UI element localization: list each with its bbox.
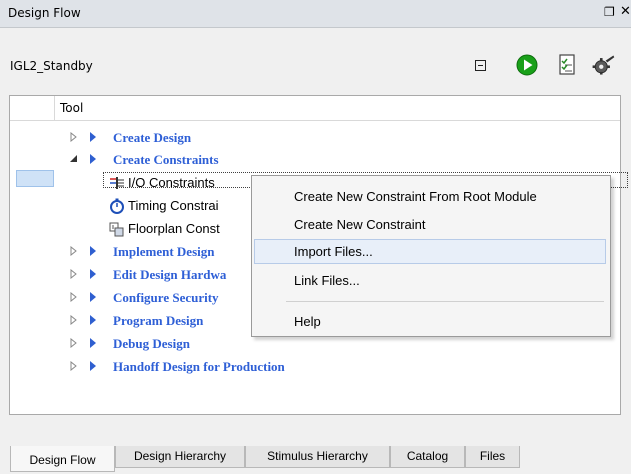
tree-item-label: Handoff Design for Production: [113, 359, 285, 374]
tree-item-label: Timing Constrai: [128, 198, 219, 213]
context-menu: Create New Constraint From Root Module C…: [251, 175, 611, 337]
menu-separator: [286, 301, 604, 302]
stage-arrow-icon: [90, 315, 96, 325]
selected-row-marker: [16, 170, 54, 187]
menu-item-label: Link Files...: [294, 273, 360, 288]
bottom-tab-bar: Design Flow Design Hierarchy Stimulus Hi…: [0, 446, 631, 472]
expand-arrow-icon[interactable]: [69, 338, 79, 348]
title-bar: Design Flow ❐ ✕: [0, 0, 631, 28]
tree-item-label: Edit Design Hardwa: [113, 267, 227, 282]
stage-arrow-icon: [90, 269, 96, 279]
report-icon[interactable]: [554, 52, 580, 78]
menu-item-label: Import Files...: [294, 244, 373, 259]
expand-arrow-icon[interactable]: [69, 269, 79, 279]
stage-arrow-icon: [90, 361, 96, 371]
tab-design-flow[interactable]: Design Flow: [10, 446, 115, 472]
collapse-arrow-icon[interactable]: [69, 154, 79, 164]
window-title: Design Flow: [8, 6, 81, 20]
tab-stimulus-hierarchy[interactable]: Stimulus Hierarchy: [245, 446, 390, 468]
float-icon[interactable]: ❐: [604, 5, 615, 19]
menu-item-import-files[interactable]: Import Files...: [254, 239, 606, 264]
tab-catalog[interactable]: Catalog: [390, 446, 465, 468]
tree-item-label: Create Design: [113, 130, 192, 145]
project-toolbar: IGL2_Standby: [0, 28, 631, 94]
tool-column-header: Tool: [60, 101, 84, 115]
tree-header: Tool: [10, 96, 620, 121]
menu-item-link-files[interactable]: Link Files...: [254, 268, 606, 293]
tree-item-create-constraints[interactable]: Create Constraints: [10, 149, 620, 171]
tree-item-label: Configure Security: [113, 290, 219, 305]
expand-arrow-icon[interactable]: [69, 132, 79, 142]
tree-item-label: Implement Design: [113, 244, 215, 259]
menu-item-create-from-root[interactable]: Create New Constraint From Root Module: [254, 184, 606, 209]
expand-arrow-icon[interactable]: [69, 292, 79, 302]
tree-item-label: Floorplan Const: [128, 221, 220, 236]
menu-item-label: Help: [294, 314, 321, 329]
floorplan-icon: [109, 222, 124, 237]
expand-arrow-icon[interactable]: [69, 246, 79, 256]
run-icon[interactable]: [514, 52, 540, 78]
stage-arrow-icon: [90, 292, 96, 302]
menu-item-label: Create New Constraint: [294, 217, 426, 232]
stage-arrow-icon: [90, 154, 96, 164]
timing-stopwatch-icon: [110, 198, 124, 214]
tree-item-label: Program Design: [113, 313, 204, 328]
expand-arrow-icon[interactable]: [69, 315, 79, 325]
tab-design-hierarchy[interactable]: Design Hierarchy: [115, 446, 245, 468]
tree-item-create-design[interactable]: Create Design: [10, 127, 620, 149]
tree-item-label: Create Constraints: [113, 152, 219, 167]
expand-arrow-icon[interactable]: [69, 361, 79, 371]
menu-item-create-constraint[interactable]: Create New Constraint: [254, 212, 606, 237]
stage-arrow-icon: [90, 338, 96, 348]
menu-item-label: Create New Constraint From Root Module: [294, 189, 537, 204]
collapse-all-icon[interactable]: [475, 60, 486, 71]
stage-arrow-icon: [90, 132, 96, 142]
close-icon[interactable]: ✕: [620, 4, 631, 19]
stage-arrow-icon: [90, 246, 96, 256]
tab-files[interactable]: Files: [465, 446, 520, 468]
project-name: IGL2_Standby: [10, 59, 93, 73]
tree-item-handoff-design[interactable]: Handoff Design for Production: [10, 356, 620, 378]
configure-gear-icon[interactable]: [590, 52, 616, 78]
tree-item-label: Debug Design: [113, 336, 190, 351]
menu-item-help[interactable]: Help: [254, 309, 606, 334]
